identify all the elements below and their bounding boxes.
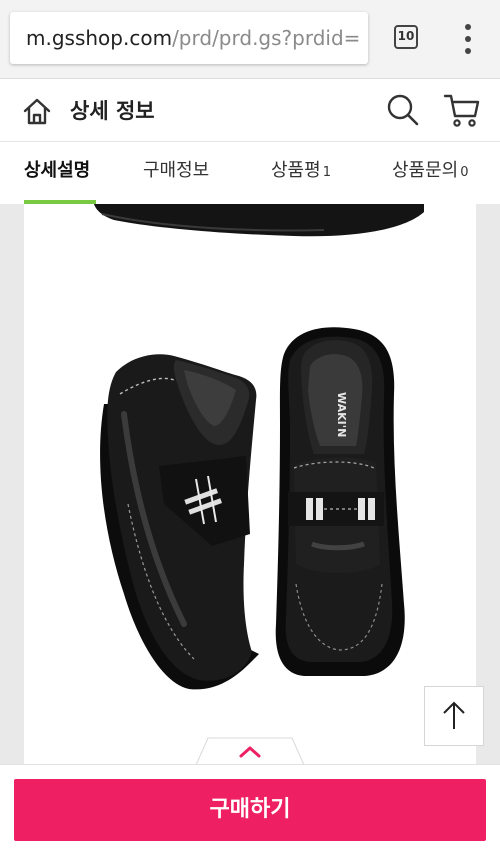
- tab-label: 상품문의: [392, 160, 459, 181]
- detail-tab-bar: 상세설명 구매정보 상품평 1 상품문의 0: [0, 142, 500, 205]
- product-detail-area: WAKI'N: [0, 204, 500, 764]
- qna-count: 0: [460, 165, 469, 180]
- tab-reviews[interactable]: 상품평 1: [271, 142, 331, 204]
- search-icon[interactable]: [386, 93, 420, 127]
- expand-purchase-panel-handle[interactable]: [195, 737, 305, 766]
- right-shoe: WAKI'N: [275, 327, 405, 676]
- chevron-up-icon: [195, 737, 305, 766]
- product-image: WAKI'N: [24, 204, 476, 764]
- tab-label: 상품평: [271, 160, 321, 181]
- url-host: m.gsshop.com: [26, 26, 173, 50]
- tab-label: 상세설명: [24, 160, 91, 181]
- review-count: 1: [322, 165, 331, 180]
- tab-purchase-info[interactable]: 구매정보: [143, 142, 209, 204]
- left-shoe: [100, 354, 259, 690]
- insole-brand-text: WAKI'N: [335, 392, 348, 437]
- overflow-menu-icon[interactable]: [456, 24, 480, 54]
- buy-button[interactable]: 구매하기: [14, 779, 486, 841]
- buy-bar: 구매하기: [0, 764, 500, 855]
- cart-icon[interactable]: [443, 92, 481, 128]
- tab-label: 구매정보: [143, 160, 210, 181]
- browser-toolbar: m.gsshop.com/prd/prd.gs?prdid= 10: [0, 0, 500, 79]
- tab-qna[interactable]: 상품문의 0: [392, 142, 469, 204]
- arrow-up-icon: [443, 701, 465, 729]
- shoes-illustration: WAKI'N: [94, 204, 424, 690]
- app-header: 상세 정보: [0, 79, 500, 142]
- url-path: /prd/prd.gs?prdid=: [172, 26, 361, 50]
- tab-switcher-button[interactable]: 10: [394, 25, 418, 49]
- scroll-to-top-button[interactable]: [424, 686, 484, 746]
- home-icon[interactable]: [22, 96, 52, 126]
- tab-product-description[interactable]: 상세설명: [24, 142, 90, 204]
- address-bar[interactable]: m.gsshop.com/prd/prd.gs?prdid=: [10, 12, 368, 64]
- page-title: 상세 정보: [70, 99, 155, 123]
